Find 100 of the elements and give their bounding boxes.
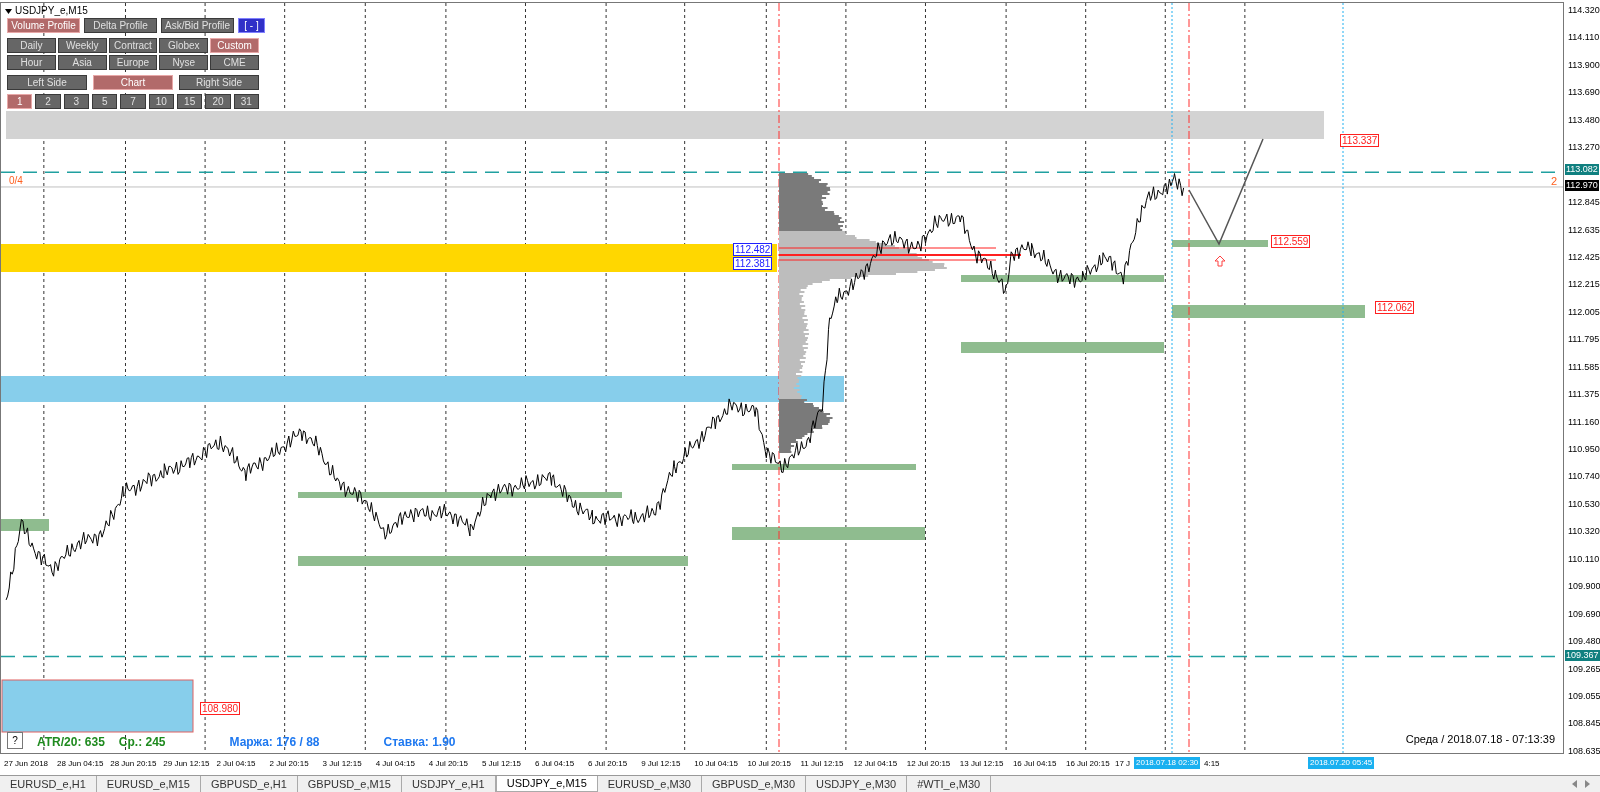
price-tag: 108.980 — [200, 702, 241, 715]
counter-label: 0/4 — [9, 174, 23, 188]
price-label: 113.480 — [1568, 114, 1600, 125]
price-label: 112.425 — [1568, 251, 1600, 262]
panel-button[interactable]: Daily — [7, 38, 56, 53]
time-label: 2 Jul 04:15 — [216, 758, 256, 770]
chart-tab[interactable]: USDJPY_e,H1 — [401, 776, 496, 792]
chart-tab[interactable]: GBPUSD_e,M30 — [701, 776, 807, 792]
scroll-left-icon[interactable] — [1572, 780, 1577, 788]
panel-button[interactable]: Contract — [108, 38, 158, 53]
counter-label: 2 — [1550, 174, 1557, 189]
panel-button[interactable]: Chart — [93, 75, 173, 90]
time-label: 5 Jul 12:15 — [481, 758, 522, 770]
price-label: 112.845 — [1568, 197, 1600, 208]
chart-tab[interactable]: EURUSD_e,M15 — [96, 776, 201, 792]
price-label: 111.375 — [1568, 389, 1600, 400]
stat-label: ATR/20: 635 — [37, 735, 105, 749]
price-tag: 113.337 — [1340, 134, 1380, 147]
price-label: 110.320 — [1568, 526, 1600, 537]
help-button[interactable]: ? — [7, 732, 23, 749]
price-label: 109.055 — [1568, 691, 1600, 701]
price-tag: 112.381 — [733, 257, 773, 270]
price-label: 112.635 — [1568, 224, 1600, 235]
panel-button[interactable]: Delta Profile — [84, 18, 157, 33]
panel-button[interactable]: 7 — [120, 94, 146, 109]
chart-title: USDJPY_e,M15 — [15, 5, 88, 17]
time-label: 10 Jul 20:15 — [747, 758, 791, 770]
panel-button[interactable]: Nyse — [159, 55, 209, 70]
caret-icon[interactable] — [5, 8, 12, 14]
chart-tab[interactable]: EURUSD_e,M30 — [597, 776, 702, 792]
price-label: 112.215 — [1568, 279, 1600, 290]
time-label: 9 Jul 12:15 — [641, 758, 681, 770]
price-label: 112.005 — [1568, 306, 1600, 317]
time-label: 3 Jul 12:15 — [322, 758, 362, 770]
panel-button[interactable]: Europe — [108, 55, 158, 70]
time-label: 4 Jul 04:15 — [375, 758, 415, 770]
time-label: 2 Jul 20:15 — [269, 758, 309, 770]
time-label: 12 Jul 04:15 — [853, 758, 898, 770]
time-label: 6 Jul 20:15 — [588, 758, 628, 770]
panel-button[interactable]: Globex — [159, 38, 209, 53]
time-label: 13 Jul 12:15 — [959, 758, 1004, 770]
time-label: 17 J — [1115, 758, 1131, 770]
price-tag: 112.559 — [1271, 235, 1311, 248]
price-label: 110.950 — [1568, 444, 1600, 455]
price-label: 113.900 — [1568, 59, 1600, 70]
time-label: 29 Jun 12:15 — [163, 758, 210, 770]
time-tag: 2018.07.20 05:45 — [1308, 757, 1375, 769]
price-label: 110.740 — [1568, 471, 1600, 482]
chart-tab[interactable]: GBPUSD_e,M15 — [297, 776, 402, 792]
chart-tab[interactable]: EURUSD_e,H1 — [0, 776, 97, 792]
time-label: 6 Jul 04:15 — [535, 758, 575, 770]
chart-tab[interactable]: #WTI_e,M30 — [907, 776, 992, 792]
price-label: 111.160 — [1568, 416, 1600, 427]
panel-button[interactable]: Custom — [210, 38, 259, 53]
panel-button[interactable]: 3 — [63, 94, 89, 109]
chart-tab[interactable]: USDJPY_e,M15 — [495, 776, 598, 792]
panel-button[interactable]: Right Side — [179, 75, 259, 90]
panel-button[interactable]: Ask/Bid Profile — [161, 18, 234, 33]
price-label: 108.635 — [1568, 745, 1600, 756]
price-label: 114.320 — [1568, 5, 1600, 15]
panel-button[interactable]: Volume Profile — [7, 18, 80, 33]
time-label: 4 Jul 20:15 — [428, 758, 468, 770]
price-label: 109.690 — [1568, 608, 1600, 619]
panel-button[interactable]: 5 — [92, 94, 118, 109]
panel-button[interactable]: 31 — [233, 94, 259, 109]
clock-label: Среда / 2018.07.18 - 07:13:39 — [1405, 731, 1555, 747]
panel-button[interactable]: 15 — [177, 94, 203, 109]
price-label: 113.690 — [1568, 87, 1600, 98]
collapse-button[interactable]: [ - ] — [238, 18, 265, 33]
panel-button[interactable]: Asia — [57, 55, 107, 70]
time-label: 28 Jun 20:15 — [110, 758, 157, 770]
price-label: 111.795 — [1568, 334, 1600, 345]
panel-button[interactable]: 2 — [35, 94, 61, 109]
price-label: 108.845 — [1568, 718, 1600, 729]
scroll-right-icon[interactable] — [1585, 780, 1590, 788]
time-label: 27 Jun 2018 — [4, 758, 49, 770]
chart-tab[interactable]: USDJPY_e,M30 — [806, 776, 908, 792]
panel-button[interactable]: Hour — [7, 55, 56, 70]
panel-button[interactable]: CME — [210, 55, 259, 70]
price-tag: 113.082 — [1565, 164, 1599, 175]
price-label: 111.585 — [1568, 361, 1600, 372]
time-label: 10 Jul 04:15 — [694, 758, 738, 770]
panel-button[interactable]: 1 — [7, 94, 33, 109]
time-label: 16 Jul 04:15 — [1012, 758, 1057, 770]
price-label: 109.900 — [1568, 581, 1600, 592]
price-tag: 112.970 — [1565, 180, 1599, 191]
chart-tab[interactable]: GBPUSD_e,H1 — [200, 776, 298, 792]
panel-button[interactable]: Weekly — [57, 38, 107, 53]
time-tag: 2018.07.18 02:30 — [1134, 757, 1201, 769]
time-label: 11 Jul 12:15 — [800, 758, 844, 770]
panel-button[interactable]: 20 — [205, 94, 231, 109]
stat-label: Ставка: 1.90 — [383, 735, 456, 749]
price-label: 110.530 — [1568, 498, 1600, 509]
panel-button[interactable]: Left Side — [7, 75, 87, 90]
price-label: 109.265 — [1568, 663, 1600, 674]
price-label: 109.480 — [1568, 636, 1600, 647]
panel-button[interactable]: 10 — [148, 94, 174, 109]
time-label: 12 Jul 20:15 — [906, 758, 951, 770]
price-label: 110.110 — [1568, 553, 1600, 564]
time-label: 16 Jul 20:15 — [1066, 758, 1110, 770]
